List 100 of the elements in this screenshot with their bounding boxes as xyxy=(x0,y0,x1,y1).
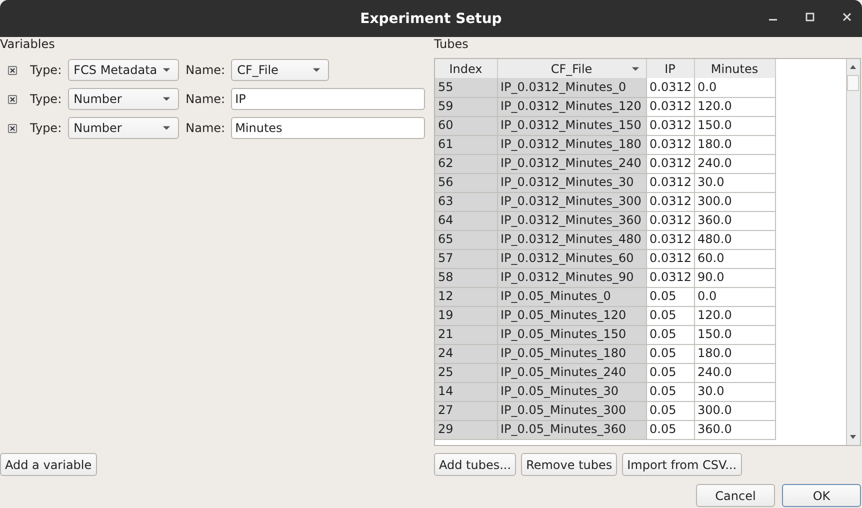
table-cell: 24 xyxy=(435,344,497,363)
table-cell: 180.0 xyxy=(694,344,775,363)
table-cell: 300.0 xyxy=(694,401,775,420)
table-cell: 21 xyxy=(435,325,497,344)
table-cell: 150.0 xyxy=(694,325,775,344)
name-dropdown[interactable]: CF_File xyxy=(231,59,330,81)
table-cell: 0.05 xyxy=(646,287,694,306)
caret-icon xyxy=(312,67,322,73)
table-cell: 30.0 xyxy=(694,382,775,401)
table-cell: 0.05 xyxy=(646,344,694,363)
table-cell: 0.05 xyxy=(646,382,694,401)
table-cell: 12 xyxy=(435,287,497,306)
type-dropdown[interactable]: Number xyxy=(68,117,179,139)
table-cell: IP_0.0312_Minutes_360 xyxy=(497,211,646,230)
type-label: Type: xyxy=(30,121,62,135)
table-cell: 0.05 xyxy=(646,420,694,439)
caret-icon xyxy=(162,125,171,131)
table-cell: 56 xyxy=(435,173,497,192)
name-label: Name: xyxy=(186,121,226,135)
table-cell: 120.0 xyxy=(694,306,775,325)
table-cell: IP_0.0312_Minutes_60 xyxy=(497,249,646,268)
table-cell: 0.0312 xyxy=(646,78,694,97)
table-cell: 150.0 xyxy=(694,116,775,135)
section-label: Tubes xyxy=(434,37,468,52)
table-cell: IP_0.05_Minutes_0 xyxy=(497,287,646,306)
dialog-button[interactable]: Cancel xyxy=(696,484,775,507)
remove-icon[interactable] xyxy=(8,124,17,132)
table-cell: 19 xyxy=(435,306,497,325)
section-label: Variables xyxy=(0,37,55,52)
table-cell: 14 xyxy=(435,382,497,401)
table-cell: IP_0.05_Minutes_300 xyxy=(497,401,646,420)
table-cell: IP_0.0312_Minutes_300 xyxy=(497,192,646,211)
name-label: Name: xyxy=(186,92,226,106)
table-cell: 61 xyxy=(435,135,497,154)
table-cell: IP_0.0312_Minutes_180 xyxy=(497,135,646,154)
type-dropdown[interactable]: FCS Metadata xyxy=(68,59,179,81)
table-action-button[interactable]: Remove tubes xyxy=(521,453,618,476)
table-cell: IP_0.0312_Minutes_90 xyxy=(497,268,646,287)
name-field[interactable]: IP xyxy=(231,88,426,110)
table-cell: 180.0 xyxy=(694,135,775,154)
table-cell: 0.0 xyxy=(694,287,775,306)
name-field[interactable]: Minutes xyxy=(231,117,426,139)
type-label: Type: xyxy=(30,63,62,77)
table-cell: IP_0.05_Minutes_30 xyxy=(497,382,646,401)
scroll-thumb[interactable] xyxy=(847,75,859,91)
table-cell: 480.0 xyxy=(694,230,775,249)
table-cell: 57 xyxy=(435,249,497,268)
table-cell: 55 xyxy=(435,78,497,97)
table-cell: 360.0 xyxy=(694,211,775,230)
close-icon[interactable] xyxy=(841,11,853,23)
caret-icon xyxy=(162,67,171,73)
table-cell: IP_0.05_Minutes_240 xyxy=(497,363,646,382)
table-cell: 62 xyxy=(435,154,497,173)
table-cell: 58 xyxy=(435,268,497,287)
maximize-icon[interactable] xyxy=(804,11,816,23)
table-cell: 90.0 xyxy=(694,268,775,287)
table-cell: 0.05 xyxy=(646,306,694,325)
sort-icon xyxy=(630,66,640,72)
type-label: Type: xyxy=(30,92,62,106)
add-variable-button[interactable]: Add a variable xyxy=(0,453,97,476)
table-cell: IP_0.05_Minutes_180 xyxy=(497,344,646,363)
table-cell: 0.0312 xyxy=(646,211,694,230)
table-cell: 60 xyxy=(435,116,497,135)
table-cell: IP_0.0312_Minutes_240 xyxy=(497,154,646,173)
table-cell: 27 xyxy=(435,401,497,420)
table-cell: IP_0.05_Minutes_150 xyxy=(497,325,646,344)
table-cell: IP_0.05_Minutes_120 xyxy=(497,306,646,325)
table-cell: 0.0312 xyxy=(646,192,694,211)
table-cell: 64 xyxy=(435,211,497,230)
table-cell: IP_0.0312_Minutes_30 xyxy=(497,173,646,192)
name-label: Name: xyxy=(186,63,226,77)
scrollbar[interactable] xyxy=(846,59,860,445)
table-cell: 65 xyxy=(435,230,497,249)
table-cell: IP_0.0312_Minutes_480 xyxy=(497,230,646,249)
table-cell: 0.0312 xyxy=(646,268,694,287)
table-cell: 0.0312 xyxy=(646,249,694,268)
table-cell: IP_0.05_Minutes_360 xyxy=(497,420,646,439)
table-cell: 0.05 xyxy=(646,401,694,420)
table-cell: 63 xyxy=(435,192,497,211)
table-action-button[interactable]: Import from CSV... xyxy=(622,453,742,476)
table-cell: 240.0 xyxy=(694,154,775,173)
table-cell: 360.0 xyxy=(694,420,775,439)
type-dropdown[interactable]: Number xyxy=(68,88,179,110)
remove-icon[interactable] xyxy=(8,94,17,104)
window-title: Experiment Setup xyxy=(360,10,502,26)
table-cell: 120.0 xyxy=(694,97,775,116)
table-cell: 0.0312 xyxy=(646,135,694,154)
table-cell: 0.0312 xyxy=(646,97,694,116)
dialog-button[interactable]: OK xyxy=(782,484,861,507)
table-cell: 0.05 xyxy=(646,325,694,344)
table-cell: 240.0 xyxy=(694,363,775,382)
caret-icon xyxy=(162,96,171,102)
table-cell: 30.0 xyxy=(694,173,775,192)
table-cell: IP_0.0312_Minutes_120 xyxy=(497,97,646,116)
table-cell: 60.0 xyxy=(694,249,775,268)
table-action-button[interactable]: Add tubes... xyxy=(434,453,516,476)
scroll-down-icon[interactable] xyxy=(848,433,858,441)
table-cell: IP_0.0312_Minutes_0 xyxy=(497,78,646,97)
remove-icon[interactable] xyxy=(8,66,17,74)
scroll-up-icon[interactable] xyxy=(848,63,858,71)
